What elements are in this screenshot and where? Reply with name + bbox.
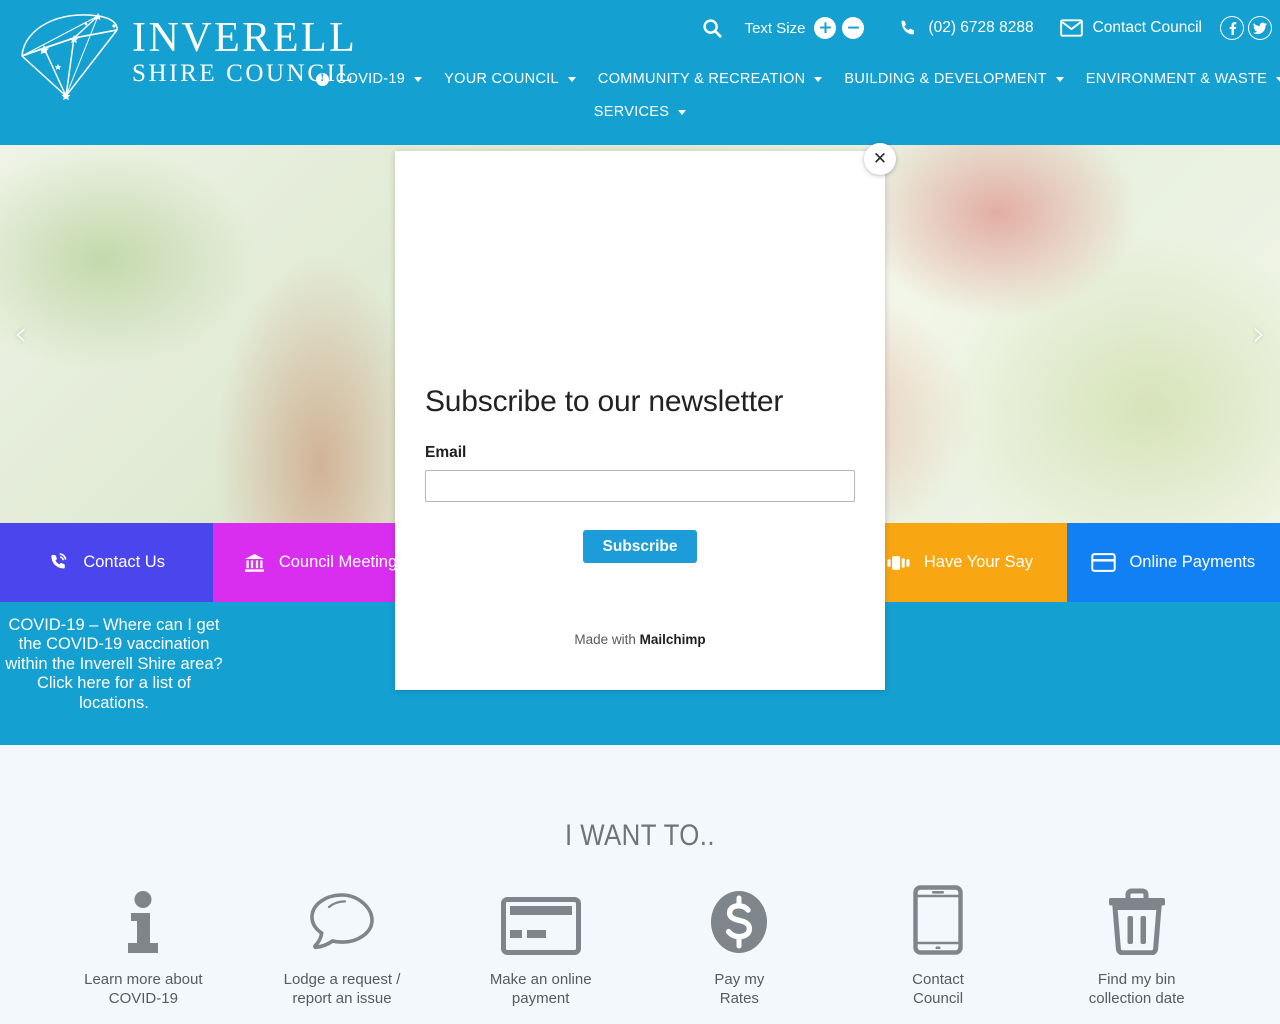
quick-link-label: Have Your Say	[923, 553, 1034, 571]
i-want-to-item-contact-council[interactable]: Contact Council	[839, 883, 1038, 1009]
main-navigation: ! COVID-19 YOUR COUNCIL COMMUNITY & RECR…	[0, 68, 1280, 123]
nav-row-secondary: SERVICES	[320, 101, 1280, 123]
nav-item-building-development[interactable]: BUILDING & DEVELOPMENT	[833, 68, 1074, 90]
phone-number: (02) 6728 8288	[928, 19, 1034, 36]
text-size-increase-button[interactable]: +	[814, 17, 837, 39]
nav-label: YOUR COUNCIL	[444, 71, 559, 87]
newsletter-modal-title: Subscribe to our newsletter	[425, 385, 784, 418]
facebook-icon	[1229, 21, 1236, 35]
text-size-decrease-button[interactable]: −	[842, 17, 865, 39]
social-links	[1220, 16, 1272, 40]
logo-line-1: INVERELL	[132, 14, 358, 61]
text-size-label: Text Size	[744, 19, 806, 37]
nav-label: BUILDING & DEVELOPMENT	[844, 71, 1047, 87]
i-want-to-item-bin-collection[interactable]: Find my bin collection date	[1037, 883, 1236, 1009]
newsletter-modal	[395, 151, 885, 690]
alert-dot-icon: !	[315, 72, 329, 86]
nav-item-your-council[interactable]: YOUR COUNCIL	[433, 68, 587, 90]
email-field-label: Email	[425, 444, 467, 461]
i-want-to-item-online-payment[interactable]: Make an online payment	[441, 883, 640, 1009]
i-want-to-label: Contact Council	[912, 971, 964, 1007]
contact-council-link[interactable]: Contact Council	[1059, 18, 1202, 38]
chevron-down-icon	[1055, 76, 1064, 82]
i-want-to-item-covid[interactable]: Learn more about COVID-19	[44, 883, 243, 1009]
i-want-to-label: Make an online payment	[489, 971, 592, 1007]
credit-card-icon	[500, 883, 581, 955]
quick-link-label: Contact Us	[83, 553, 165, 571]
chevron-down-icon	[567, 76, 576, 82]
nav-item-environment-waste[interactable]: ENVIRONMENT & WASTE	[1075, 68, 1280, 90]
quick-link-contact-us[interactable]: Contact Us	[0, 523, 214, 602]
phone-volume-icon	[51, 552, 67, 569]
quick-link-label: Online Payments	[1129, 553, 1256, 571]
credit-card-icon	[1091, 553, 1117, 572]
subscribe-button[interactable]: Subscribe	[583, 530, 697, 563]
quick-link-have-your-say[interactable]: Have Your Say	[853, 523, 1067, 602]
nav-item-community-recreation[interactable]: COMMUNITY & RECREATION	[587, 68, 833, 90]
chevron-down-icon	[1276, 76, 1280, 82]
nav-label: COMMUNITY & RECREATION	[597, 71, 806, 87]
mailchimp-prefix: Made with	[574, 632, 640, 647]
hero-prev-arrow[interactable]: ‹	[14, 317, 28, 351]
chevron-down-icon	[678, 109, 687, 115]
i-want-to-heading: I WANT TO..	[564, 819, 715, 852]
i-want-to-grid: Learn more about COVID-19 Lodge a reques…	[0, 883, 1280, 1009]
i-want-to-label: Pay my Rates	[714, 971, 765, 1007]
quick-link-online-payments[interactable]: Online Payments	[1066, 523, 1280, 602]
i-want-to-label: Learn more about COVID-19	[84, 971, 203, 1007]
email-input[interactable]	[425, 470, 855, 502]
nav-row-primary: ! COVID-19 YOUR COUNCIL COMMUNITY & RECR…	[315, 68, 1280, 90]
page-root: INVERELL SHIRE COUNCIL Text Size + − (02…	[0, 0, 1280, 1024]
covid-alert-link[interactable]: COVID-19 – Where can I get the COVID-19 …	[0, 616, 228, 713]
nav-item-covid-19[interactable]: ! COVID-19	[305, 68, 433, 90]
twitter-link[interactable]	[1248, 16, 1272, 40]
mobile-phone-icon	[913, 883, 963, 955]
speech-bubble-icon	[309, 883, 375, 955]
twitter-icon	[1253, 22, 1267, 34]
hero-next-arrow[interactable]: ›	[1252, 317, 1266, 351]
chevron-down-icon	[414, 76, 423, 82]
nav-label: COVID-19	[335, 71, 406, 87]
phone-link[interactable]: (02) 6728 8288	[898, 18, 1034, 38]
contact-council-label: Contact Council	[1092, 19, 1202, 36]
i-want-to-label: Find my bin collection date	[1088, 971, 1185, 1007]
i-want-to-item-pay-rates[interactable]: Pay my Rates	[640, 883, 839, 1009]
dollar-coin-icon	[709, 883, 769, 955]
nav-label: ENVIRONMENT & WASTE	[1085, 71, 1268, 87]
phone-icon	[901, 20, 915, 35]
info-icon	[120, 883, 166, 955]
nav-label: SERVICES	[593, 104, 670, 120]
trash-bin-icon	[1107, 883, 1167, 955]
i-want-to-item-lodge-request[interactable]: Lodge a request / report an issue	[243, 883, 442, 1009]
facebook-link[interactable]	[1220, 16, 1244, 40]
mailchimp-brand: Mailchimp	[639, 632, 706, 647]
site-header: INVERELL SHIRE COUNCIL Text Size + − (02…	[0, 0, 1280, 145]
i-want-to-section: I WANT TO.. Learn more about COVID-19 Lo…	[0, 745, 1280, 1024]
bank-icon	[244, 553, 264, 572]
mailchimp-attribution: Made with Mailchimp	[0, 632, 1280, 647]
search-icon	[702, 19, 722, 38]
mail-icon	[1059, 19, 1083, 37]
nav-item-services[interactable]: SERVICES	[583, 101, 697, 123]
search-button[interactable]	[701, 17, 723, 39]
i-want-to-label: Lodge a request / report an issue	[283, 971, 401, 1007]
header-utility-bar: Text Size + − (02) 6728 8288 Contact Cou…	[701, 16, 1272, 40]
megaphone-icon	[887, 555, 910, 570]
quick-link-label: Council Meeting	[278, 553, 398, 571]
modal-close-button[interactable]: ✕	[864, 143, 896, 175]
chevron-down-icon	[814, 76, 823, 82]
